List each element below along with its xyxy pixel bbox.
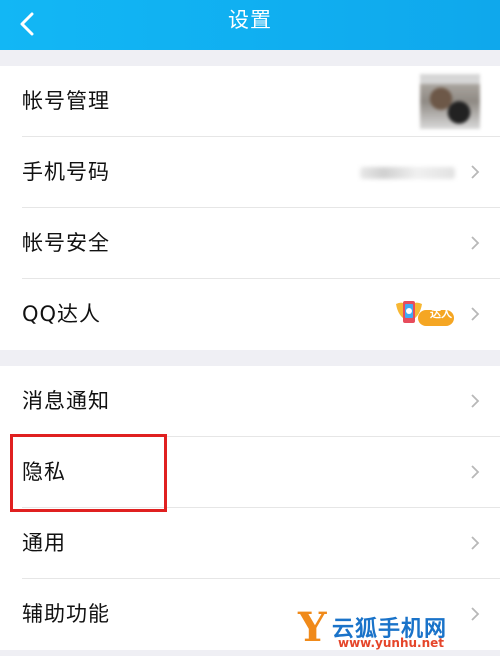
chevron-right-icon: [471, 307, 480, 321]
row-label: 辅助功能: [22, 602, 110, 626]
settings-row-phone-number[interactable]: 手机号码: [22, 137, 500, 208]
settings-row-general[interactable]: 通用: [22, 508, 500, 579]
chevron-right-icon: [471, 536, 480, 550]
privacy-highlight-box: [10, 434, 167, 512]
settings-row-account-management[interactable]: 帐号管理: [22, 66, 500, 137]
settings-row-account-security[interactable]: 帐号安全: [22, 208, 500, 279]
row-label: 通用: [22, 531, 66, 555]
watermark-logo-letter: Y: [298, 604, 327, 651]
row-label: 手机号码: [22, 160, 110, 184]
settings-group-account: 帐号管理 手机号码 帐号安全 QQ达人 达人: [0, 66, 500, 350]
chevron-right-icon: [471, 465, 480, 479]
chevron-right-icon: [471, 165, 480, 179]
watermark: Y 云狐手机网 www.yunhu.net: [298, 604, 494, 651]
row-label: 帐号安全: [22, 231, 110, 255]
settings-row-qq-daren[interactable]: QQ达人 达人: [22, 279, 500, 350]
row-label: QQ达人: [22, 302, 102, 326]
blurred-phone-number: [360, 167, 455, 179]
chevron-right-icon: [471, 394, 480, 408]
top-navigation-bar: 设置: [0, 0, 500, 50]
page-title: 设置: [228, 8, 272, 32]
row-label: 帐号管理: [22, 89, 110, 113]
row-label: 消息通知: [22, 389, 110, 413]
chevron-right-icon: [471, 236, 480, 250]
avatar: [420, 74, 480, 129]
settings-row-notifications[interactable]: 消息通知: [22, 366, 500, 437]
watermark-site-url: www.yunhu.net: [338, 636, 445, 650]
daren-badge-label: 达人: [430, 307, 452, 320]
